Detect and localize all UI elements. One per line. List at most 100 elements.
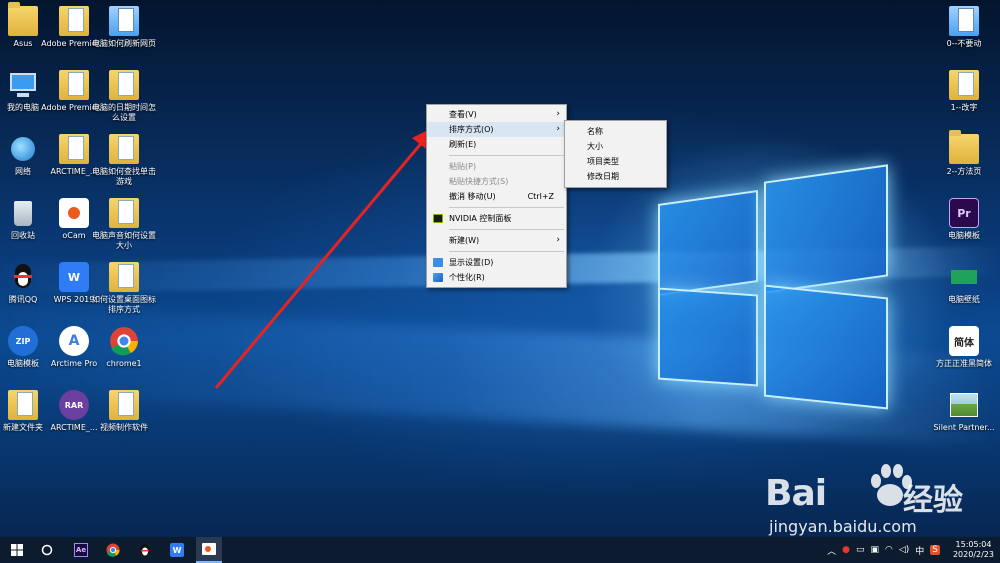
desktop-icon-label: 方正正准黑简体 (936, 359, 992, 368)
document-folder-icon (8, 390, 38, 420)
arctime-icon: A (59, 326, 89, 356)
document-folder-icon (109, 262, 139, 292)
menu-separator (449, 207, 564, 208)
ocam-icon (202, 543, 216, 555)
submenu-item-date-modified[interactable]: 修改日期 (565, 169, 666, 184)
desktop-icon[interactable]: 2--方法页 (932, 130, 996, 177)
cortana-circle-icon (41, 544, 53, 556)
desktop-icon-label: 视频制作软件 (100, 423, 148, 432)
after-effects-icon: Ae (74, 543, 88, 557)
wps-icon: W (170, 543, 184, 557)
desktop-icon[interactable]: chrome1 (92, 326, 156, 369)
desktop-icon[interactable]: 如何设置桌面图标排序方式 (92, 262, 156, 315)
desktop-icon-label: 1--改字 (950, 103, 978, 112)
personalize-icon (433, 273, 443, 282)
desktop-icon-label: 0--不要动 (946, 39, 982, 48)
desktop-icon[interactable]: 0--不要动 (932, 6, 996, 49)
desktop-icon[interactable]: 1--改字 (932, 70, 996, 113)
taskbar-after-effects[interactable]: Ae (70, 537, 92, 563)
document-folder-icon (949, 70, 979, 100)
document-folder-icon (109, 198, 139, 228)
desktop-icon-label: chrome1 (106, 359, 142, 368)
menu-item-refresh[interactable]: 刷新(E) (427, 137, 566, 152)
taskbar-wps[interactable]: W (166, 537, 188, 563)
desktop-icon[interactable]: 电脑壁纸 (932, 262, 996, 305)
document-folder-icon (59, 6, 89, 36)
baidu-jingyan-watermark: Bai 经验 jingyan.baidu.com (765, 455, 1000, 540)
document-folder-icon (59, 70, 89, 100)
desktop-icon-label: 电脑如何刷新网页 (92, 39, 156, 48)
menu-item-sort-by[interactable]: 排序方式(O) › (427, 122, 566, 137)
tray-app-icon[interactable]: ● (842, 545, 850, 555)
desktop-icon-label: 电脑声音如何设置大小 (92, 231, 156, 250)
menu-item-paste[interactable]: 粘贴(P) (427, 159, 566, 174)
system-tray: ︿ ● ▭ ▣ ◠ ◁) 中 S (827, 537, 940, 563)
qq-penguin-icon (140, 544, 150, 556)
desktop-icon-label: 电脑壁纸 (948, 295, 980, 304)
document-folder-icon (59, 134, 89, 164)
chrome-icon (106, 543, 120, 557)
desktop-icon-label: 如何设置桌面图标排序方式 (92, 295, 156, 314)
desktop-icon[interactable]: 电脑的日期时间怎么设置 (92, 70, 156, 123)
menu-item-personalize[interactable]: 个性化(R) (427, 270, 566, 285)
desktop-icon[interactable]: 电脑如何查找单击游戏 (92, 134, 156, 187)
clock-time: 15:05:04 (955, 540, 992, 549)
wps-icon: W (59, 262, 89, 292)
desktop-icon[interactable]: 简体 方正正准黑简体 (932, 326, 996, 369)
image-file-icon (949, 262, 979, 292)
desktop-icon-label: 2--方法页 (946, 167, 982, 176)
recycle-bin-icon (8, 198, 38, 228)
battery-icon[interactable]: ▭ (856, 545, 865, 555)
volume-icon[interactable]: ◁) (899, 545, 909, 555)
start-button[interactable] (6, 537, 28, 563)
ocam-icon (59, 198, 89, 228)
desktop-icon-label: Silent Partner... (933, 423, 995, 432)
input-language-indicator[interactable]: 中 (915, 544, 924, 557)
desktop-icon[interactable]: 视频制作软件 (92, 390, 156, 433)
font-file-icon: 简体 (949, 326, 979, 356)
desktop-context-menu: 查看(V) › 排序方式(O) › 刷新(E) 粘贴(P) 粘贴快捷方式(S) 撤消… (426, 104, 567, 288)
qq-penguin-icon (8, 262, 38, 292)
document-folder-icon (109, 134, 139, 164)
blue-folder-icon (949, 6, 979, 36)
submenu-item-type[interactable]: 项目类型 (565, 154, 666, 169)
sogou-input-icon[interactable]: S (930, 545, 940, 555)
submenu-item-size[interactable]: 大小 (565, 139, 666, 154)
folder-icon (8, 2, 38, 36)
premiere-project-icon: Pr (949, 198, 979, 228)
menu-item-paste-shortcut[interactable]: 粘贴快捷方式(S) (427, 174, 566, 189)
desktop-icon[interactable]: 电脑声音如何设置大小 (92, 198, 156, 251)
tray-app-icon[interactable]: ▣ (870, 545, 879, 555)
taskbar: Ae W ︿ ● ▭ ▣ ◠ ◁) 中 S 15:05:04 2020/2/23 (0, 537, 1000, 563)
taskbar-clock[interactable]: 15:05:04 2020/2/23 (953, 540, 994, 560)
windows-start-icon (11, 544, 23, 556)
windows-logo-wallpaper (658, 164, 890, 410)
photo-icon (949, 390, 979, 420)
desktop-icon-label: 电脑的日期时间怎么设置 (92, 103, 156, 122)
taskbar-chrome[interactable] (102, 537, 124, 563)
menu-item-view[interactable]: 查看(V) › (427, 107, 566, 122)
submenu-item-name[interactable]: 名称 (565, 124, 666, 139)
blue-folder-icon (109, 6, 139, 36)
menu-item-nvidia-control-panel[interactable]: NVIDIA 控制面板 (427, 211, 566, 226)
desktop-icon[interactable]: Silent Partner... (932, 390, 996, 433)
sort-by-submenu: 名称 大小 项目类型 修改日期 (564, 120, 667, 188)
menu-item-undo-move[interactable]: 撤消 移动(U) Ctrl+Z (427, 189, 566, 204)
desktop-icon[interactable]: Pr 电脑模板 (932, 198, 996, 241)
chrome-icon (109, 326, 139, 356)
desktop-icon-label: 电脑模板 (948, 231, 980, 240)
desktop-icon-label: 电脑如何查找单击游戏 (92, 167, 156, 186)
display-icon (433, 258, 443, 267)
menu-separator (449, 155, 564, 156)
taskbar-qq[interactable] (134, 537, 156, 563)
menu-item-display-settings[interactable]: 显示设置(D) (427, 255, 566, 270)
wifi-icon[interactable]: ◠ (885, 545, 893, 555)
desktop-icon[interactable]: 电脑如何刷新网页 (92, 6, 156, 49)
cortana-search-button[interactable] (36, 537, 58, 563)
show-hidden-icons-chevron-icon[interactable]: ︿ (827, 544, 836, 557)
computer-icon (8, 70, 38, 100)
folder-icon (949, 130, 979, 164)
zip-archive-icon: ZIP (8, 326, 38, 356)
menu-item-new[interactable]: 新建(W) › (427, 233, 566, 248)
taskbar-ocam-active[interactable] (196, 537, 222, 563)
